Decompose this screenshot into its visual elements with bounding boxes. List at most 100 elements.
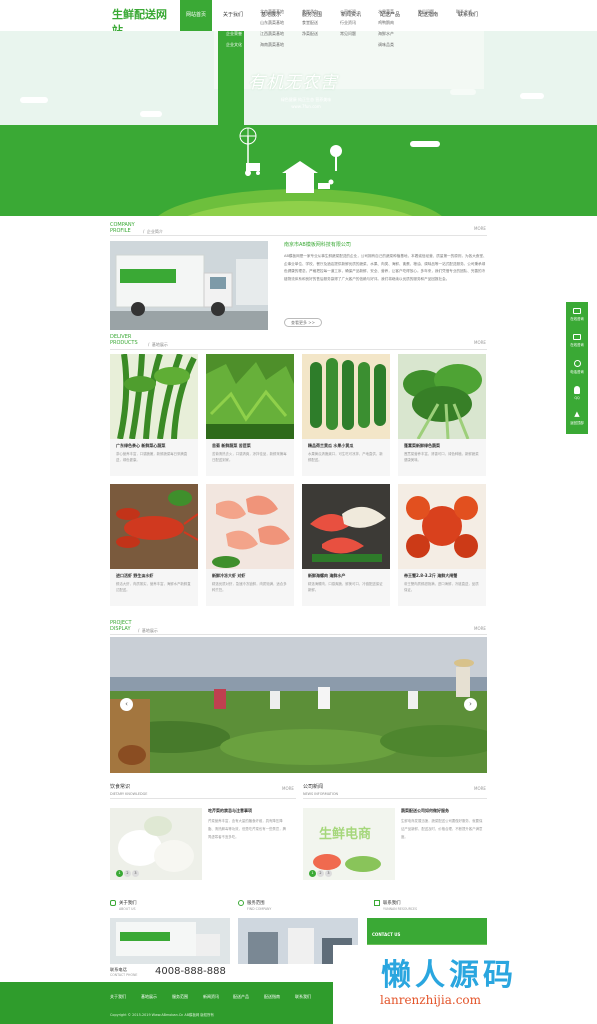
divider	[303, 798, 487, 799]
page-dot[interactable]: 2	[124, 870, 131, 877]
diet-more-link[interactable]: MORE	[282, 786, 294, 791]
product-title: 苦菊 新鲜蔬菜 苦苣菜	[212, 443, 251, 448]
products-heading-cn: 基地展示	[151, 342, 168, 347]
product-title: 广东绿色茶心 新鲜菜心蔬菜	[116, 443, 166, 448]
footer-link[interactable]: 新闻资讯	[203, 994, 219, 1000]
dropdown-item[interactable]: 海鲜水产	[378, 28, 418, 39]
dropdown-item[interactable]: 公司新闻	[340, 6, 380, 17]
sidebar-item-label: QQ	[574, 396, 580, 400]
product-card[interactable]: 进口活虾 野生淡水虾 鲜活大虾，肉质紧实，营养丰富，海鲜水产新鲜直达配送。	[110, 484, 198, 606]
product-desc: 精选海螺肉，口感爽脆，鲜美可口，冷链配送保证新鲜。	[308, 582, 383, 592]
product-image-lobster	[110, 484, 198, 569]
product-image-conch	[302, 484, 390, 569]
products-more-link[interactable]: MORE	[474, 340, 486, 345]
contact-icon	[374, 900, 380, 906]
product-image-king-crab	[398, 484, 486, 569]
diet-news-text: 芹菜营养丰富，含有大量的膳食纤维，具有降压降脂、清热解毒等功效，但是吃芹菜也有一…	[208, 819, 286, 839]
footer-link[interactable]: 配送产品	[233, 994, 249, 1000]
qq-icon	[574, 386, 580, 394]
project-more-link[interactable]: MORE	[474, 626, 486, 631]
site-logo[interactable]: 生鲜配送网站 www.yanqing.com	[112, 6, 172, 43]
dropdown-item[interactable]: 海南蔬菜基地	[260, 39, 300, 50]
dropdown-item[interactable]: 江西蔬菜基地	[260, 28, 300, 39]
sidebar-item-label: 返回顶部	[570, 421, 584, 425]
nav-item-home[interactable]: 网站首页	[180, 0, 212, 31]
cloud-decoration	[450, 89, 476, 95]
dropdown-item[interactable]: 食堂配送	[302, 17, 342, 28]
divider	[110, 235, 487, 236]
sidebar-item-qq[interactable]: QQ	[566, 386, 588, 400]
chat-icon	[573, 308, 581, 314]
slider-next-button[interactable]: ›	[464, 698, 477, 711]
footer-link[interactable]: 基地展示	[141, 994, 157, 1000]
dropdown-item[interactable]: 调味品类	[378, 39, 418, 50]
sidebar-item-chat-2[interactable]: 在线咨询	[566, 334, 588, 347]
page-dot[interactable]: 3	[132, 870, 139, 877]
dropdown-item[interactable]: 行业资讯	[340, 17, 380, 28]
page-dot[interactable]: 1	[116, 870, 123, 877]
sidebar-item-label: 在线咨询	[570, 317, 584, 321]
company-more-link[interactable]: MORE	[474, 226, 486, 231]
company-heading-en2: PROFILE	[110, 228, 131, 234]
product-card[interactable]: 新鲜海螺肉 海鲜水产 精选海螺肉，口感爽脆，鲜美可口，冷链配送保证新鲜。	[302, 484, 390, 606]
product-title: 新鲜冷冻大虾 对虾	[212, 573, 246, 578]
page-dot[interactable]: 1	[309, 870, 316, 877]
diet-heading: 饮食常识	[110, 784, 131, 790]
sidebar-item-label: 在线咨询	[570, 343, 584, 347]
product-card[interactable]: 广东绿色茶心 新鲜菜心蔬菜 茶心营养丰富，口感脆嫩，新鲜蔬菜每日采摘直送，绿色健…	[110, 354, 198, 476]
sidebar-item-phone[interactable]: 电话咨询	[566, 360, 588, 374]
dropdown-item[interactable]: 常见问题	[340, 28, 380, 39]
product-title: 进口活虾 野生淡水虾	[116, 573, 154, 578]
chevron-left-icon: ‹	[125, 700, 128, 708]
dropdown-item[interactable]: 山东蔬菜基地	[260, 17, 300, 28]
product-desc: 蓬蒿菜营养丰富，清香可口，绿色种植，新鲜蔬菜健康美味。	[404, 452, 479, 462]
phone-label-en: CONTACT PHONE	[110, 973, 138, 977]
dropdown-item[interactable]: 联系方式	[456, 6, 496, 17]
dropdown-item[interactable]: 鸡鸭鹅肉	[378, 17, 418, 28]
about-heading: 关于我们	[119, 901, 137, 906]
page: 生鲜配送网站 www.yanqing.com 网站首页 关于我们 基地展示 服务…	[0, 0, 597, 1024]
product-card[interactable]: 帝王蟹2.8-3.2斤 海鲜大闸蟹 帝王蟹肉质鲜甜饱满，进口海鲜，冷链直送，品质…	[398, 484, 486, 606]
dropdown-item[interactable]: 净菜配送	[302, 28, 342, 39]
contact-heading-en: YUNNAN RESOURCES	[383, 907, 418, 911]
company-news-title[interactable]: 蔬菜配送公司如何做好服务	[401, 808, 449, 814]
dropdown-item[interactable]: 售后问题	[418, 6, 458, 17]
divider	[110, 798, 296, 799]
sidebar-item-top[interactable]: ▲ 返回顶部	[566, 410, 588, 425]
diet-news-title[interactable]: 吃芹菜的禁忌与注意事项	[208, 808, 252, 814]
product-title: 新鲜海螺肉 海鲜水产	[308, 573, 346, 578]
company-news-more-link[interactable]: MORE	[474, 786, 486, 791]
dropdown-item[interactable]: 水果蔬菜	[378, 6, 418, 17]
product-desc: 精选优质对虾，急速冷冻锁鲜，肉质饱满，适合多种烹饪。	[212, 582, 287, 592]
dropdown-col-news: 公司新闻 行业资讯 常见问题	[340, 6, 380, 39]
sidebar-item-chat[interactable]: 在线咨询	[566, 308, 588, 321]
hero-subtitle-line: www.7fun.com	[291, 104, 321, 109]
page-dot[interactable]: 3	[325, 870, 332, 877]
products-heading: DELIVER PRODUCTS	[110, 334, 138, 346]
slider-prev-button[interactable]: ‹	[120, 698, 133, 711]
company-more-button[interactable]: 查看更多 >>	[284, 318, 322, 327]
footer-link[interactable]: 服务范围	[172, 994, 188, 1000]
company-truck-photo	[110, 241, 268, 330]
product-card[interactable]: 苦菊 新鲜蔬菜 苦苣菜 苦菊清热去火，口感清爽，凉拌佳品，新鲜采摘每日配送到家。	[206, 354, 294, 476]
dropdown-item[interactable]: 北京蔬菜基地	[260, 6, 300, 17]
dropdown-col-base: 北京蔬菜基地 山东蔬菜基地 江西蔬菜基地 海南蔬菜基地	[260, 6, 300, 50]
project-heading-en2: DISPLAY	[110, 626, 131, 632]
product-card[interactable]: 精品荷兰黄瓜 水果小黄瓜 水果黄瓜清脆爽口，可生吃可凉拌，产地直供，新鲜配送。	[302, 354, 390, 476]
dropdown-col-service: 食堂承包 食堂配送 净菜配送	[302, 6, 342, 39]
cloud-decoration	[20, 97, 48, 103]
product-card[interactable]: 新鲜冷冻大虾 对虾 精选优质对虾，急速冷冻锁鲜，肉质饱满，适合多种烹饪。	[206, 484, 294, 606]
product-image-choysum	[110, 354, 198, 439]
footer-link[interactable]: 联系我们	[295, 994, 311, 1000]
footer-link[interactable]: 关于我们	[110, 994, 126, 1000]
footer-link[interactable]: 配送指南	[264, 994, 280, 1000]
company-news-text: 生鲜电商发展迅速，蔬菜配送公司要做好服务，就要保证产品新鲜、配送及时、价格合理，…	[401, 819, 483, 839]
page-dot[interactable]: 2	[317, 870, 324, 877]
company-heading: COMPANY PROFILE	[110, 222, 135, 234]
phone-number[interactable]: 4008-888-888	[155, 966, 226, 977]
company-heading-cn: 企业简介	[146, 229, 163, 234]
sidebar-item-label: 电话咨询	[570, 370, 584, 374]
product-card[interactable]: 蓬蒿菜新鲜绿色蔬菜 蓬蒿菜营养丰富，清香可口，绿色种植，新鲜蔬菜健康美味。	[398, 354, 486, 476]
divider	[110, 349, 487, 350]
dropdown-item[interactable]: 食堂承包	[302, 6, 342, 17]
